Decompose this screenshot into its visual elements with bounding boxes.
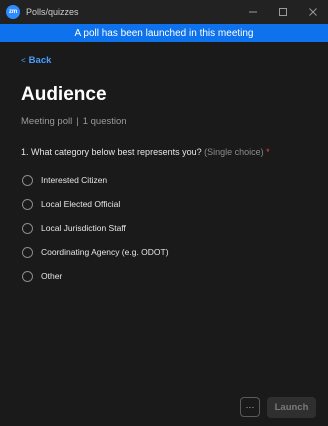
required-mark: *: [266, 147, 270, 157]
polls-window: zm Polls/quizzes A poll has been launche…: [0, 0, 328, 426]
option-label: Coordinating Agency (e.g. ODOT): [41, 247, 169, 257]
radio-button[interactable]: [22, 270, 33, 282]
radio-button[interactable]: [22, 246, 33, 258]
radio-button[interactable]: [22, 198, 33, 210]
poll-type: Meeting poll: [21, 116, 73, 127]
option-label: Local Elected Official: [41, 199, 121, 209]
question-label: 1. What category below best represents y…: [21, 147, 202, 157]
option-label: Other: [41, 271, 63, 281]
option-label: Local Jurisdiction Staff: [41, 223, 126, 233]
question-count: 1 question: [82, 116, 127, 127]
back-label: Back: [28, 55, 52, 66]
close-icon[interactable]: [298, 0, 328, 24]
radio-button[interactable]: [22, 222, 33, 234]
minimize-icon[interactable]: [238, 0, 268, 24]
zoom-app-icon: zm: [6, 5, 20, 19]
option-label: Interested Citizen: [41, 175, 108, 185]
launch-button[interactable]: Launch: [267, 397, 316, 418]
chevron-left-icon: <: [21, 56, 26, 65]
more-options-button[interactable]: ···: [240, 397, 260, 417]
meta-separator: |: [76, 116, 79, 127]
window-title: Polls/quizzes: [26, 7, 79, 17]
option-local-elected-official[interactable]: Local Elected Official: [22, 192, 312, 216]
answer-options: Interested Citizen Local Elected Officia…: [22, 168, 312, 288]
window-controls: [238, 0, 328, 24]
option-other[interactable]: Other: [22, 264, 312, 288]
radio-button[interactable]: [22, 174, 33, 186]
question-text: 1. What category below best represents y…: [21, 147, 270, 157]
option-interested-citizen[interactable]: Interested Citizen: [22, 168, 312, 192]
option-local-jurisdiction-staff[interactable]: Local Jurisdiction Staff: [22, 216, 312, 240]
option-coordinating-agency[interactable]: Coordinating Agency (e.g. ODOT): [22, 240, 312, 264]
poll-launched-banner: A poll has been launched in this meeting: [0, 24, 328, 42]
maximize-icon[interactable]: [268, 0, 298, 24]
poll-title: Audience: [21, 84, 107, 105]
poll-meta: Meeting poll | 1 question: [21, 116, 127, 127]
back-button[interactable]: < Back: [21, 55, 51, 66]
title-bar: zm Polls/quizzes: [0, 0, 328, 24]
question-hint: (Single choice): [204, 147, 264, 157]
